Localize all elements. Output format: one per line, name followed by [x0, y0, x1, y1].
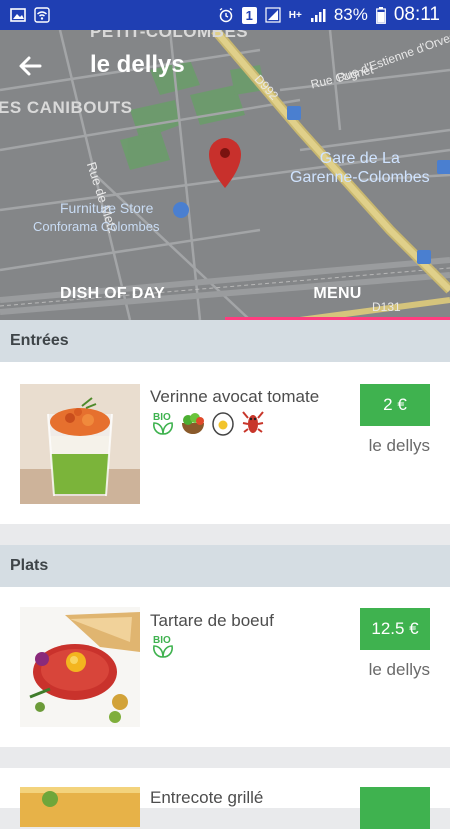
diet-tags: BIO — [150, 410, 266, 436]
price-button[interactable]: 12.5 € — [360, 608, 430, 650]
dish-image — [20, 787, 140, 827]
tab-bar: DISH OF DAY MENU — [0, 268, 450, 320]
section-title: Plats — [10, 557, 49, 574]
sim-badge: 1 — [241, 6, 257, 24]
price-button[interactable]: 2 € — [360, 384, 430, 426]
back-arrow-icon[interactable] — [16, 52, 44, 80]
dish-name: Verinne avocat tomate — [150, 387, 320, 406]
dish-name: Entrecote grillé — [150, 788, 264, 807]
dish-image — [20, 607, 140, 727]
wifi-notification-icon — [34, 7, 50, 23]
alarm-icon — [219, 7, 233, 23]
status-right: 1 H+ 83% 08:11 — [218, 4, 440, 26]
menu-item-card[interactable]: Verinne avocat tomate BIO 2 € le dellys — [0, 362, 450, 524]
menu-item-card[interactable]: Tartare de boeuf BIO 12.5 € le dellys — [0, 587, 450, 747]
price-button[interactable] — [360, 787, 430, 829]
status-left — [10, 7, 50, 23]
map-label-conforama: Conforama Colombes — [33, 219, 160, 234]
map-label-gare: Gare de La Garenne-Colombes — [290, 149, 430, 187]
signal-icon — [265, 7, 281, 23]
bio-icon: BIO — [153, 412, 173, 435]
image-notification-icon — [10, 8, 26, 22]
battery-icon — [375, 6, 386, 24]
page-title: le dellys — [90, 51, 185, 78]
bio-icon: BIO — [153, 635, 173, 658]
tab-dish-of-day[interactable]: DISH OF DAY — [0, 268, 225, 320]
diet-tags: BIO — [150, 633, 176, 659]
section-title: Entrées — [10, 332, 69, 349]
map-label-canibouts: ES CANIBOUTS — [0, 98, 133, 117]
gare-line-2: Garenne-Colombes — [290, 169, 430, 186]
dish-name: Tartare de boeuf — [150, 611, 274, 630]
clock: 08:11 — [393, 4, 440, 25]
map-label-furniture-store: Furniture Store — [60, 200, 154, 216]
tab-menu[interactable]: MENU — [225, 268, 450, 320]
svg-text:BIO: BIO — [153, 635, 171, 646]
shrimp-icon — [242, 411, 264, 433]
salad-icon — [182, 413, 204, 434]
network-type: H+ — [288, 9, 302, 21]
restaurant-name: le dellys — [368, 436, 430, 455]
battery-percent: 83% — [333, 5, 368, 24]
gare-line-1: Gare de La — [319, 150, 400, 167]
menu-item-card[interactable]: Entrecote grillé — [0, 768, 450, 829]
dish-image — [20, 384, 140, 504]
status-bar: 1 H+ 83% 08:11 — [0, 0, 450, 30]
restaurant-name: le dellys — [368, 660, 430, 679]
section-header-entrees: Entrées — [0, 320, 450, 362]
section-header-plats: Plats — [0, 545, 450, 587]
app-bar: le dellys — [0, 30, 450, 100]
signal-bars-icon — [310, 9, 326, 22]
egg-icon — [212, 412, 234, 436]
svg-text:BIO: BIO — [153, 412, 171, 423]
